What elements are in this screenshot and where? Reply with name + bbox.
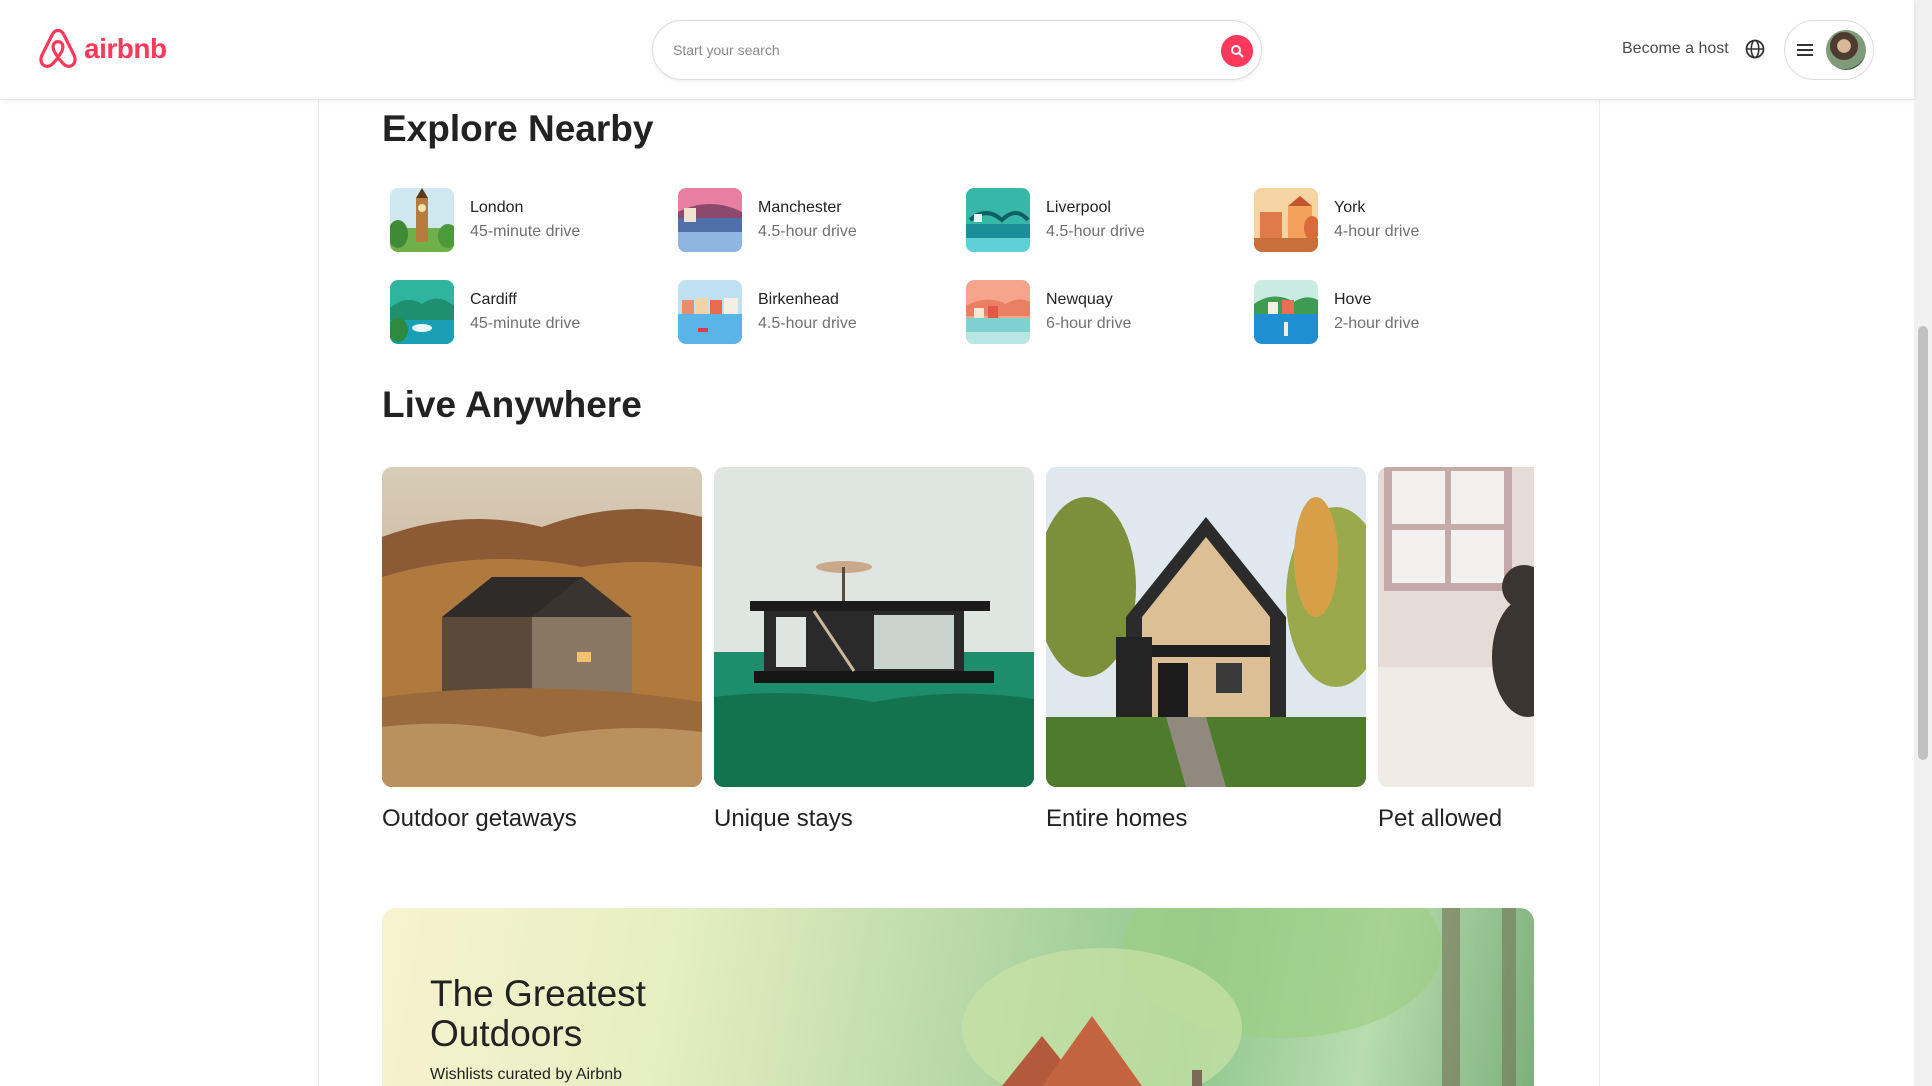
- nearby-city: Hove: [1334, 291, 1372, 308]
- nearby-item-cardiff[interactable]: Cardiff 45-minute drive: [390, 280, 650, 344]
- nearby-drive-time: 4.5-hour drive: [758, 223, 857, 240]
- nearby-drive-time: 2-hour drive: [1334, 315, 1420, 332]
- pet-allowed-image: [1378, 467, 1534, 787]
- manchester-thumbnail: [678, 188, 742, 252]
- nearby-city: Cardiff: [470, 291, 517, 308]
- scrollbar-thumb[interactable]: [1918, 326, 1928, 760]
- airbnb-logo-text: airbnb: [84, 33, 167, 64]
- nearby-drive-time: 4.5-hour drive: [758, 315, 857, 332]
- avatar: [1826, 30, 1866, 70]
- card-label: Outdoor getaways: [382, 805, 577, 832]
- nearby-drive-time: 4-hour drive: [1334, 223, 1420, 240]
- banner-title-line-1: The Greatest: [430, 973, 646, 1014]
- card-pet-allowed[interactable]: Pet allowed: [1378, 467, 1534, 833]
- nearby-item-london[interactable]: London 45-minute drive: [390, 188, 650, 252]
- nearby-drive-time: 45-minute drive: [470, 315, 581, 332]
- nearby-item-manchester[interactable]: Manchester 4.5-hour drive: [678, 188, 938, 252]
- card-label: Pet allowed: [1378, 805, 1503, 832]
- outdoor-getaways-image: [382, 467, 702, 787]
- airbnb-logo[interactable]: airbnb: [38, 28, 167, 70]
- become-a-host-link[interactable]: Become a host: [1622, 40, 1729, 58]
- nearby-item-york[interactable]: York 4-hour drive: [1254, 188, 1514, 252]
- card-outdoor-getaways[interactable]: Outdoor getaways: [382, 467, 702, 833]
- nearby-item-newquay[interactable]: Newquay 6-hour drive: [966, 280, 1226, 344]
- unique-stays-image: [714, 467, 1034, 787]
- york-thumbnail: [1254, 188, 1318, 252]
- search-input[interactable]: [673, 42, 1193, 58]
- nearby-city: Liverpool: [1046, 199, 1111, 216]
- nearby-city: Manchester: [758, 199, 842, 216]
- airbnb-logo-icon: [39, 28, 77, 68]
- newquay-thumbnail: [966, 280, 1030, 344]
- banner-title-line-2: Outdoors: [430, 1013, 583, 1054]
- banner-subtitle: Wishlists curated by Airbnb: [430, 1066, 623, 1083]
- london-thumbnail: [390, 188, 454, 252]
- card-unique-stays[interactable]: Unique stays: [714, 467, 1034, 833]
- nearby-drive-time: 4.5-hour drive: [1046, 223, 1145, 240]
- nearby-drive-time: 45-minute drive: [470, 223, 581, 240]
- birkenhead-thumbnail: [678, 280, 742, 344]
- liverpool-thumbnail: [966, 188, 1030, 252]
- live-anywhere-title: Live Anywhere: [382, 384, 642, 425]
- cardiff-thumbnail: [390, 280, 454, 344]
- top-navigation-bar: airbnb Become a host: [0, 0, 1914, 100]
- user-menu-button[interactable]: [1784, 20, 1874, 80]
- nearby-drive-time: 6-hour drive: [1046, 315, 1132, 332]
- nearby-item-hove[interactable]: Hove 2-hour drive: [1254, 280, 1514, 344]
- explore-nearby-title: Explore Nearby: [382, 108, 654, 149]
- hamburger-menu-icon: [1797, 44, 1813, 56]
- nearby-item-birkenhead[interactable]: Birkenhead 4.5-hour drive: [678, 280, 938, 344]
- nearby-city: York: [1334, 199, 1366, 216]
- banner-title: The Greatest Outdoors: [430, 974, 646, 1054]
- entire-homes-image: [1046, 467, 1366, 787]
- nearby-city: Birkenhead: [758, 291, 839, 308]
- nearby-item-liverpool[interactable]: Liverpool 4.5-hour drive: [966, 188, 1226, 252]
- search-icon: [1231, 45, 1244, 58]
- card-entire-homes[interactable]: Entire homes: [1046, 467, 1366, 833]
- search-bar[interactable]: [652, 20, 1262, 80]
- search-button[interactable]: [1221, 35, 1253, 67]
- hove-thumbnail: [1254, 280, 1318, 344]
- nearby-city: Newquay: [1046, 291, 1113, 308]
- greatest-outdoors-banner[interactable]: The Greatest Outdoors Wishlists curated …: [382, 908, 1534, 1086]
- globe-icon: [1745, 39, 1765, 59]
- card-label: Unique stays: [714, 805, 853, 832]
- language-button[interactable]: [1744, 38, 1766, 65]
- card-label: Entire homes: [1046, 805, 1188, 832]
- nearby-city: London: [470, 199, 524, 216]
